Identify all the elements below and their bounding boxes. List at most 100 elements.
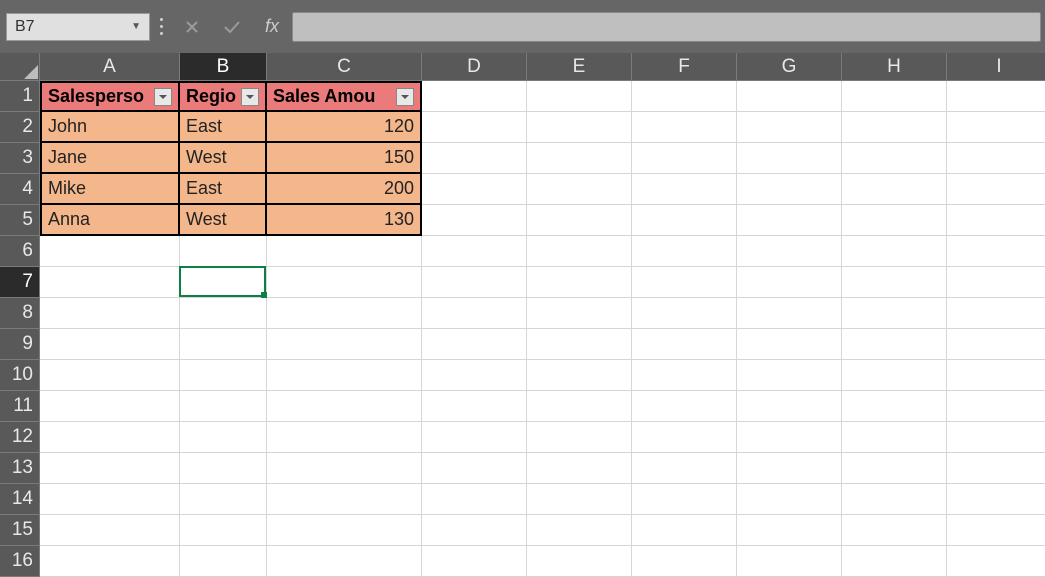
cell-D9[interactable] — [422, 329, 527, 360]
cell-E8[interactable] — [527, 298, 632, 329]
row-header-2[interactable]: 2 — [0, 112, 40, 143]
cell-I8[interactable] — [947, 298, 1045, 329]
cell-A3[interactable]: Jane — [40, 143, 180, 174]
cell-A1[interactable]: Salesperso — [40, 81, 180, 112]
cancel-button[interactable] — [172, 13, 212, 41]
cell-F16[interactable] — [632, 546, 737, 577]
cell-F4[interactable] — [632, 174, 737, 205]
cell-I7[interactable] — [947, 267, 1045, 298]
column-header-D[interactable]: D — [422, 53, 527, 81]
cell-D12[interactable] — [422, 422, 527, 453]
filter-dropdown-icon[interactable] — [154, 88, 172, 106]
cell-C10[interactable] — [267, 360, 422, 391]
cell-D6[interactable] — [422, 236, 527, 267]
cell-A10[interactable] — [40, 360, 180, 391]
insert-function-button[interactable]: fx — [252, 16, 292, 37]
cell-D1[interactable] — [422, 81, 527, 112]
cell-E5[interactable] — [527, 205, 632, 236]
cell-E10[interactable] — [527, 360, 632, 391]
cell-A5[interactable]: Anna — [40, 205, 180, 236]
cell-D7[interactable] — [422, 267, 527, 298]
cell-H10[interactable] — [842, 360, 947, 391]
cell-G1[interactable] — [737, 81, 842, 112]
column-header-F[interactable]: F — [632, 53, 737, 81]
row-header-16[interactable]: 16 — [0, 546, 40, 577]
row-header-10[interactable]: 10 — [0, 360, 40, 391]
cell-C5[interactable]: 130 — [267, 205, 422, 236]
column-header-A[interactable]: A — [40, 53, 180, 81]
cell-C9[interactable] — [267, 329, 422, 360]
column-header-G[interactable]: G — [737, 53, 842, 81]
cell-H7[interactable] — [842, 267, 947, 298]
cell-A6[interactable] — [40, 236, 180, 267]
cell-H16[interactable] — [842, 546, 947, 577]
cell-B3[interactable]: West — [180, 143, 267, 174]
row-header-11[interactable]: 11 — [0, 391, 40, 422]
cell-E9[interactable] — [527, 329, 632, 360]
cell-H13[interactable] — [842, 453, 947, 484]
cell-B16[interactable] — [180, 546, 267, 577]
cell-H8[interactable] — [842, 298, 947, 329]
name-box-dropdown-icon[interactable]: ▼ — [131, 21, 141, 32]
cell-A14[interactable] — [40, 484, 180, 515]
cell-B4[interactable]: East — [180, 174, 267, 205]
cell-H3[interactable] — [842, 143, 947, 174]
cell-H1[interactable] — [842, 81, 947, 112]
cell-G15[interactable] — [737, 515, 842, 546]
cell-H5[interactable] — [842, 205, 947, 236]
cell-C11[interactable] — [267, 391, 422, 422]
cell-B15[interactable] — [180, 515, 267, 546]
cell-G5[interactable] — [737, 205, 842, 236]
column-header-H[interactable]: H — [842, 53, 947, 81]
cell-D8[interactable] — [422, 298, 527, 329]
cell-G8[interactable] — [737, 298, 842, 329]
cell-E16[interactable] — [527, 546, 632, 577]
cell-A9[interactable] — [40, 329, 180, 360]
cell-A11[interactable] — [40, 391, 180, 422]
cell-C14[interactable] — [267, 484, 422, 515]
cell-H14[interactable] — [842, 484, 947, 515]
cell-B11[interactable] — [180, 391, 267, 422]
cell-A7[interactable] — [40, 267, 180, 298]
cell-C3[interactable]: 150 — [267, 143, 422, 174]
row-header-13[interactable]: 13 — [0, 453, 40, 484]
cell-G2[interactable] — [737, 112, 842, 143]
cell-G12[interactable] — [737, 422, 842, 453]
cell-F6[interactable] — [632, 236, 737, 267]
cell-D10[interactable] — [422, 360, 527, 391]
cell-B9[interactable] — [180, 329, 267, 360]
cell-I15[interactable] — [947, 515, 1045, 546]
cell-C2[interactable]: 120 — [267, 112, 422, 143]
cell-H11[interactable] — [842, 391, 947, 422]
cell-A15[interactable] — [40, 515, 180, 546]
cell-I10[interactable] — [947, 360, 1045, 391]
cell-area[interactable]: SalespersoRegioSales AmouJohnEast120Jane… — [40, 81, 1045, 577]
row-header-4[interactable]: 4 — [0, 174, 40, 205]
cell-E6[interactable] — [527, 236, 632, 267]
cell-D5[interactable] — [422, 205, 527, 236]
row-header-14[interactable]: 14 — [0, 484, 40, 515]
cell-C1[interactable]: Sales Amou — [267, 81, 422, 112]
cell-F5[interactable] — [632, 205, 737, 236]
cell-F12[interactable] — [632, 422, 737, 453]
cell-A12[interactable] — [40, 422, 180, 453]
cell-H9[interactable] — [842, 329, 947, 360]
cell-E15[interactable] — [527, 515, 632, 546]
cell-D14[interactable] — [422, 484, 527, 515]
cell-I16[interactable] — [947, 546, 1045, 577]
cell-A8[interactable] — [40, 298, 180, 329]
cell-B13[interactable] — [180, 453, 267, 484]
cell-H4[interactable] — [842, 174, 947, 205]
cell-D2[interactable] — [422, 112, 527, 143]
cell-B8[interactable] — [180, 298, 267, 329]
formula-input[interactable] — [292, 12, 1041, 42]
cell-H6[interactable] — [842, 236, 947, 267]
cell-H2[interactable] — [842, 112, 947, 143]
cell-E7[interactable] — [527, 267, 632, 298]
row-header-12[interactable]: 12 — [0, 422, 40, 453]
row-header-1[interactable]: 1 — [0, 81, 40, 112]
cell-D4[interactable] — [422, 174, 527, 205]
cell-C7[interactable] — [267, 267, 422, 298]
cell-G14[interactable] — [737, 484, 842, 515]
cell-B7[interactable] — [180, 267, 267, 298]
